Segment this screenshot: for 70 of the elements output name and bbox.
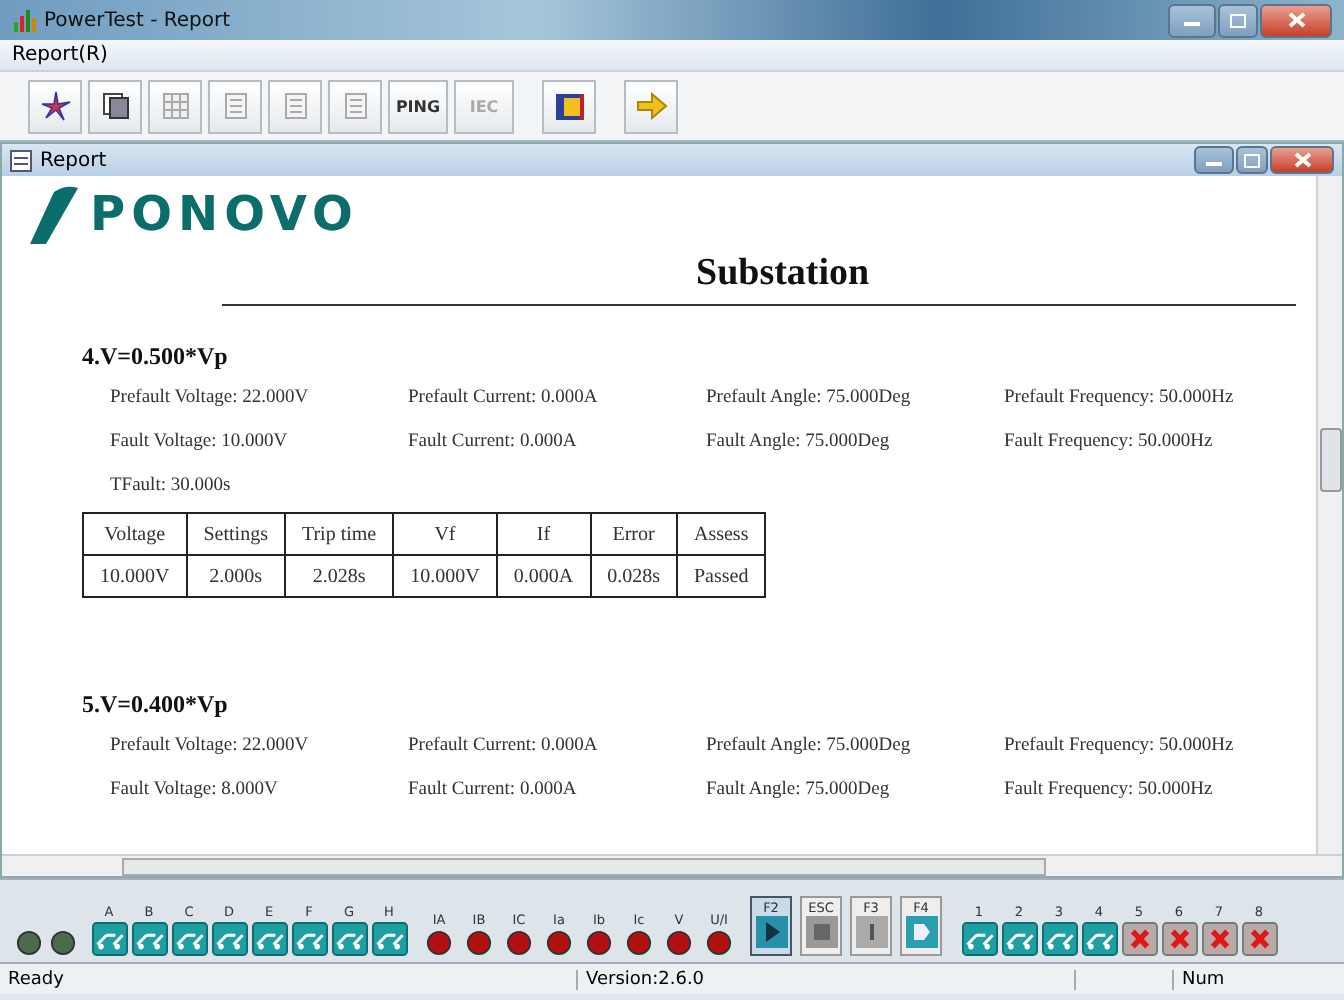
document-icon	[10, 149, 32, 171]
parameter-text: Fault Frequency: 50.000Hz	[1004, 778, 1215, 804]
parameter-text: Fault Voltage: 10.000V	[110, 430, 290, 456]
parameter-text: Prefault Frequency: 50.000Hz	[1004, 386, 1236, 412]
table-cell: 0.028s	[590, 555, 677, 597]
document-icon	[283, 92, 307, 120]
grid-icon	[161, 92, 189, 120]
table-cell: 2.028s	[284, 555, 394, 597]
parameter-text: Prefault Voltage: 22.000V	[110, 386, 311, 412]
parameter-text: Prefault Current: 0.000A	[408, 386, 600, 412]
version-text: Version:2.6.0	[576, 969, 1076, 989]
toolbar-button[interactable]	[542, 79, 596, 133]
parameter-text: Fault Current: 0.000A	[408, 430, 579, 456]
parameter-text: TFault: 30.000s	[110, 474, 233, 500]
parameter-text: Prefault Current: 0.000A	[408, 734, 600, 760]
table-cell: Passed	[676, 555, 766, 597]
close-button[interactable]	[1260, 3, 1332, 37]
next-icon	[905, 916, 937, 948]
parameter-text: Fault Frequency: 50.000Hz	[1004, 430, 1215, 456]
toolbar-button[interactable]	[88, 79, 142, 133]
logo-text: PONOVO	[90, 184, 359, 246]
minimize-button[interactable]	[1194, 146, 1234, 174]
book-icon	[553, 90, 585, 122]
parameter-text: Fault Current: 0.000A	[408, 778, 579, 804]
parameter-text: Prefault Angle: 75.000Deg	[706, 386, 913, 412]
minimize-button[interactable]	[1168, 3, 1216, 37]
column-header: Error	[590, 513, 677, 555]
column-header: Trip time	[284, 513, 394, 555]
star-icon	[39, 90, 71, 122]
toolbar-button[interactable]	[28, 79, 82, 133]
maximize-button[interactable]	[1218, 3, 1258, 37]
parameter-text: Fault Voltage: 8.000V	[110, 778, 280, 804]
parameter-text: Prefault Frequency: 50.000Hz	[1004, 734, 1236, 760]
parameter-text: Fault Angle: 75.000Deg	[706, 778, 892, 804]
section-title: 5.V=0.400*Vp	[82, 690, 230, 720]
menu-item[interactable]: Report(R)	[8, 44, 112, 66]
section-title: 4.V=0.500*Vp	[82, 342, 230, 372]
copy-icon	[101, 92, 129, 120]
document-icon	[343, 92, 367, 120]
close-icon	[1293, 152, 1311, 168]
parameter-text: Fault Angle: 75.000Deg	[706, 430, 892, 456]
app-icon	[12, 8, 36, 32]
column-header: Vf	[393, 513, 497, 555]
arrow-icon	[635, 92, 667, 120]
window-title: PowerTest - Report	[44, 9, 233, 31]
report-title: Report	[40, 149, 109, 171]
table-cell: 10.000V	[393, 555, 497, 597]
play-icon	[755, 916, 787, 948]
column-header: Voltage	[83, 513, 187, 555]
close-icon	[1287, 12, 1305, 28]
stop-icon	[805, 916, 837, 948]
report-heading: Substation	[696, 252, 872, 296]
column-header: Assess	[676, 513, 766, 555]
parameter-text: Prefault Angle: 75.000Deg	[706, 734, 913, 760]
close-button[interactable]	[1270, 146, 1334, 174]
num-lock-indicator: Num	[1172, 969, 1233, 989]
maximize-icon	[1244, 153, 1260, 167]
document-icon	[223, 92, 247, 120]
table-cell: 0.000A	[496, 555, 591, 597]
toolbar-button[interactable]: PING	[388, 79, 448, 133]
status-message: Ready	[6, 969, 66, 989]
column-header: If	[496, 513, 591, 555]
column-header: Settings	[186, 513, 285, 555]
logo-icon	[26, 184, 78, 244]
table-cell: 10.000V	[83, 555, 187, 597]
parameter-text: Prefault Voltage: 22.000V	[110, 734, 311, 760]
step-icon	[855, 916, 887, 948]
maximize-icon	[1230, 13, 1246, 27]
maximize-button[interactable]	[1236, 146, 1268, 174]
table-cell: 2.000s	[186, 555, 285, 597]
